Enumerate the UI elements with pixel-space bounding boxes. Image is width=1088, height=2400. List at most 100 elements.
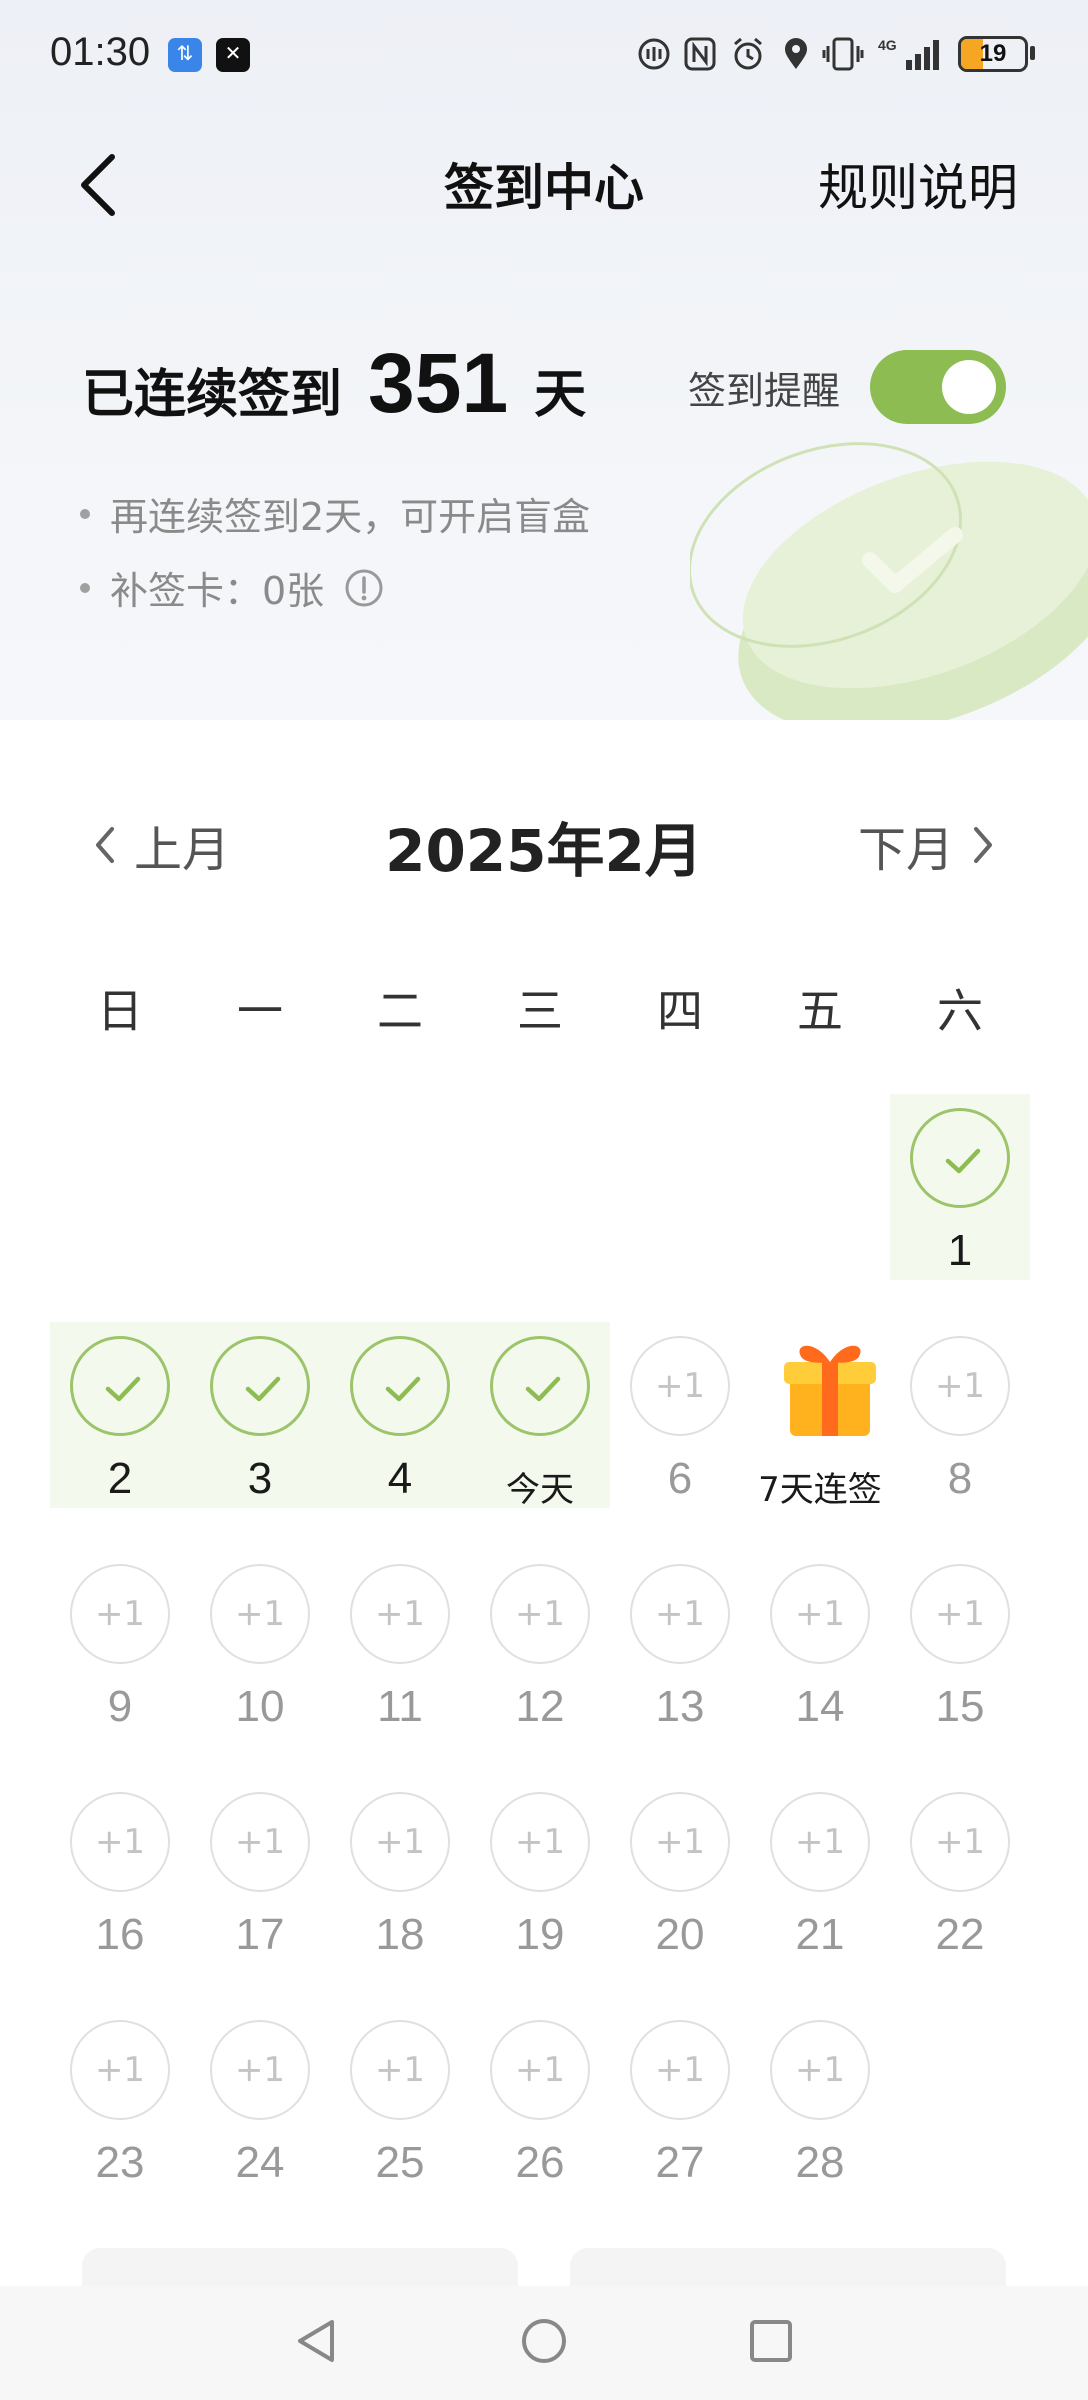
blind-box-hint: 再连续签到2天，可开启盲盒 <box>80 486 590 541</box>
reward-points: +1 <box>654 2050 706 2090</box>
battery-icon: 19 <box>958 36 1028 72</box>
weekday-thu: 四 <box>657 984 703 1038</box>
calendar-day[interactable]: +1 12 <box>470 1550 610 1740</box>
reward-points: +1 <box>234 1594 286 1634</box>
calendar-day[interactable]: +1 19 <box>470 1778 610 1968</box>
calendar-day[interactable]: 3 <box>190 1322 330 1512</box>
day-number: 26 <box>515 2138 565 2187</box>
day-number: 22 <box>935 1910 985 1959</box>
gift-icon <box>784 1345 876 1436</box>
reward-circle: +1 <box>70 2020 170 2120</box>
calendar-day[interactable]: +1 11 <box>330 1550 470 1740</box>
reward-circle: +1 <box>350 2020 450 2120</box>
signal-4g-icon: 4G <box>878 37 939 70</box>
calendar-day[interactable]: +1 13 <box>610 1550 750 1740</box>
day-number: 16 <box>95 1910 145 1959</box>
calendar-day[interactable]: 2 <box>50 1322 190 1512</box>
calendar-day[interactable]: +1 20 <box>610 1778 750 1968</box>
check-icon <box>525 1376 561 1402</box>
status-time: 01:30 <box>50 30 151 74</box>
calendar-day[interactable]: +1 25 <box>330 2006 470 2196</box>
reward-points: +1 <box>654 1594 706 1634</box>
reward-circle: +1 <box>210 1564 310 1664</box>
streak-count: 351 <box>368 336 509 430</box>
day-number: 8 <box>947 1454 973 1503</box>
reward-circle: +1 <box>770 1792 870 1892</box>
calendar-day[interactable]: 今天 <box>470 1322 610 1512</box>
calendar-day[interactable]: +1 28 <box>750 2006 890 2196</box>
reward-circle: +1 <box>210 1792 310 1892</box>
transfer-icon: ⇅ <box>168 38 202 72</box>
reward-circle: +1 <box>630 1564 730 1664</box>
nav-home-icon[interactable] <box>519 2316 569 2366</box>
next-month-button[interactable]: 下月 <box>858 810 998 880</box>
calendar-day[interactable]: +1 14 <box>750 1550 890 1740</box>
reward-points: +1 <box>794 1822 846 1862</box>
signed-circle <box>350 1336 450 1436</box>
reward-circle: +1 <box>70 1564 170 1664</box>
calendar-day[interactable]: +1 26 <box>470 2006 610 2196</box>
streak-prefix: 已连续签到 <box>82 365 343 425</box>
nav-back-icon[interactable] <box>292 2316 342 2366</box>
weekday-mon: 一 <box>237 984 283 1038</box>
blind-box-hint-text: 再连续签到2天，可开启盲盒 <box>110 495 591 539</box>
reward-points: +1 <box>654 1366 706 1406</box>
day-number: 24 <box>235 2138 285 2187</box>
reward-points: +1 <box>234 2050 286 2090</box>
toggle-knob <box>942 360 996 414</box>
day-number: 9 <box>107 1682 133 1731</box>
nav-recents-icon[interactable] <box>746 2316 796 2366</box>
signed-circle <box>70 1336 170 1436</box>
rules-button[interactable]: 规则说明 <box>818 148 1018 220</box>
reward-points: +1 <box>794 1594 846 1634</box>
day-number: 17 <box>235 1910 285 1959</box>
streak-summary: 已连续签到 351 天 <box>82 335 586 435</box>
signed-circle <box>910 1108 1010 1208</box>
calendar-day[interactable]: +1 15 <box>890 1550 1030 1740</box>
calendar-day[interactable]: +1 27 <box>610 2006 750 2196</box>
reward-circle: +1 <box>770 1564 870 1664</box>
weekday-wed: 三 <box>517 984 563 1038</box>
calendar-day[interactable]: +1 23 <box>50 2006 190 2196</box>
reward-points: +1 <box>514 1594 566 1634</box>
day-number: 11 <box>377 1682 423 1731</box>
day-number: 20 <box>655 1910 705 1959</box>
chevron-right-icon <box>974 827 992 863</box>
reminder-toggle[interactable] <box>870 350 1006 424</box>
calendar-day[interactable]: +1 6 <box>610 1322 750 1512</box>
battery-level: 19 <box>979 40 1007 67</box>
nfc-icon <box>684 37 716 71</box>
calendar-day[interactable]: 4 <box>330 1322 470 1512</box>
check-icon <box>105 1376 141 1402</box>
capcut-icon: ✕ <box>216 38 250 72</box>
streak-suffix: 天 <box>534 365 587 425</box>
calendar-day[interactable]: +1 8 <box>890 1322 1030 1512</box>
calendar-day[interactable]: +1 17 <box>190 1778 330 1968</box>
info-icon[interactable] <box>344 568 384 608</box>
reward-circle: +1 <box>490 1792 590 1892</box>
calendar-day[interactable]: 7天连签 <box>750 1322 890 1512</box>
check-icon <box>385 1376 421 1402</box>
day-number: 14 <box>795 1682 845 1731</box>
calendar-day[interactable]: +1 22 <box>890 1778 1030 1968</box>
reward-points: +1 <box>934 1822 986 1862</box>
reward-points: +1 <box>94 1822 146 1862</box>
reward-circle: +1 <box>490 2020 590 2120</box>
check-icon <box>245 1376 281 1402</box>
calendar-day[interactable]: +1 10 <box>190 1550 330 1740</box>
nfc-sync-icon <box>638 38 670 70</box>
calendar-day[interactable]: +1 21 <box>750 1778 890 1968</box>
location-icon <box>785 38 807 69</box>
reward-circle: +1 <box>210 2020 310 2120</box>
calendar-day[interactable]: +1 24 <box>190 2006 330 2196</box>
calendar-day[interactable]: +1 18 <box>330 1778 470 1968</box>
svg-text:4G: 4G <box>878 37 897 53</box>
reward-circle: +1 <box>350 1792 450 1892</box>
signed-circle <box>210 1336 310 1436</box>
weekday-sat: 六 <box>937 984 983 1038</box>
calendar-day[interactable]: +1 9 <box>50 1550 190 1740</box>
calendar-day[interactable]: 1 <box>890 1094 1030 1284</box>
makeup-card-info: 补签卡：0张 <box>80 560 384 615</box>
signed-circle <box>490 1336 590 1436</box>
calendar-day[interactable]: +1 16 <box>50 1778 190 1968</box>
